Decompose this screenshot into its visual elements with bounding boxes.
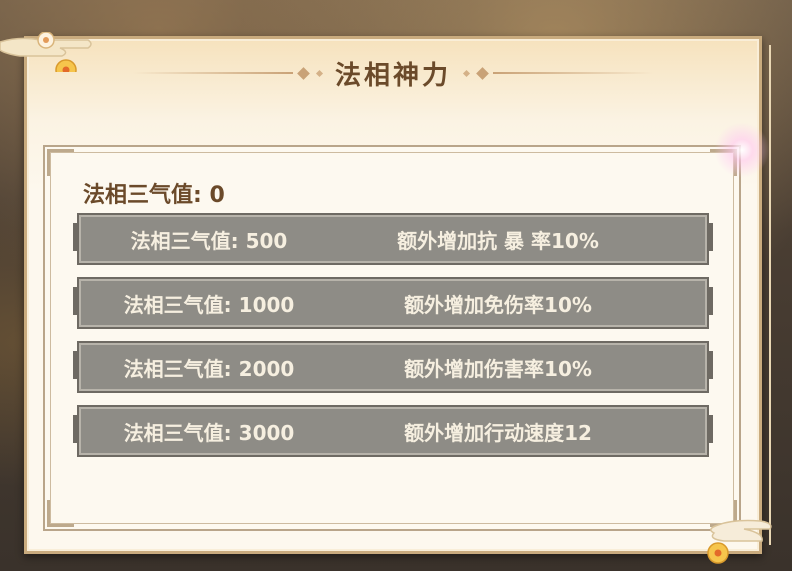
diamond-ornament-icon	[297, 66, 310, 80]
tier-row: 法相三气值: 3000 额外增加行动速度12	[73, 405, 713, 457]
title-divider-right	[493, 72, 653, 74]
plum-blossom-icon	[707, 542, 729, 564]
corner-ornament-icon	[47, 500, 74, 527]
corner-ornament-icon	[47, 149, 74, 176]
tier-effect: 额外增加免伤率10%	[404, 292, 592, 317]
tier-threshold: 法相三气值: 3000	[123, 420, 295, 445]
content-frame: 法相三气值: 0 法相三气值: 500 额外增加抗 暴 率10% 法相三气值: …	[43, 145, 741, 531]
row-notch	[73, 223, 77, 251]
tier-threshold: 法相三气值: 2000	[123, 356, 295, 381]
tier-threshold: 法相三气值: 1000	[123, 292, 295, 317]
title-divider-left	[132, 72, 293, 74]
row-notch	[709, 351, 713, 379]
plum-blossom-icon	[37, 32, 55, 49]
tier-effect: 额外增加行动速度12	[404, 420, 592, 445]
auspicious-cloud-icon	[707, 519, 772, 564]
diamond-ornament-icon	[315, 69, 324, 77]
auspicious-cloud-icon	[0, 32, 92, 72]
plum-blossom-icon	[55, 59, 77, 72]
row-notch	[709, 415, 713, 443]
tier-row: 法相三气值: 500 额外增加抗 暴 率10%	[73, 213, 713, 265]
dialog-title: 法相神力	[334, 60, 451, 91]
row-notch	[709, 287, 713, 315]
row-notch	[73, 287, 77, 315]
diamond-ornament-icon	[462, 69, 471, 77]
tier-effect: 额外增加伤害率10%	[404, 356, 592, 381]
diamond-ornament-icon	[476, 66, 489, 80]
dialog-panel: 法相神力 法相三气值: 0 法相三气值: 500 额外增加抗 暴 率10% 法相…	[24, 36, 771, 554]
row-notch	[709, 223, 713, 251]
tier-row: 法相三气值: 1000 额外增加免伤率10%	[73, 277, 713, 329]
title-bar: 法相神力	[27, 53, 759, 93]
current-value-label: 法相三气值: 0	[83, 183, 225, 208]
row-notch	[73, 415, 77, 443]
tier-row: 法相三气值: 2000 额外增加伤害率10%	[73, 341, 713, 393]
sparkle-effect	[712, 120, 772, 180]
tier-effect: 额外增加抗 暴 率10%	[397, 228, 599, 253]
tier-threshold: 法相三气值: 500	[130, 228, 288, 253]
row-notch	[73, 351, 77, 379]
